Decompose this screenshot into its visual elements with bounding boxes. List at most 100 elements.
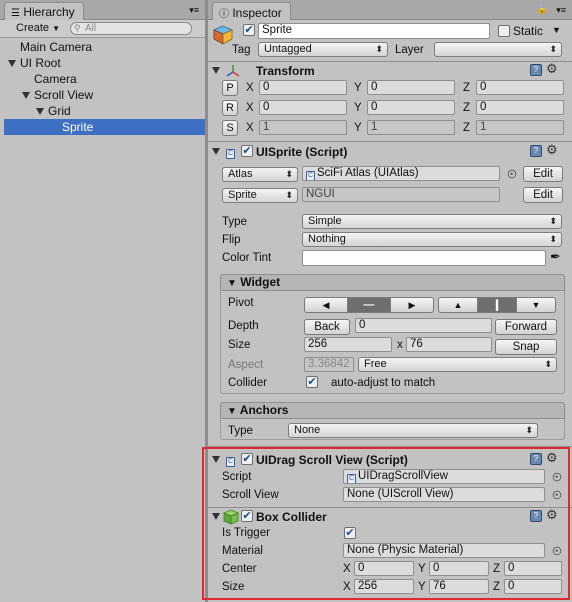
uisprite-foldout-icon[interactable] [212,148,220,155]
position-x-field[interactable]: 0 [259,80,347,95]
arrow-left-icon: ◀ [322,300,330,310]
eyedropper-icon[interactable]: ✒ [550,249,561,265]
lock-icon[interactable]: 🔒 [537,4,548,15]
hierarchy-tabbar: ☰ Hierarchy ▾≡ [0,0,205,20]
atlas-value: SciFi Atlas (UIAtlas) [317,167,419,179]
pivot-bottom-button[interactable]: ▼ [516,297,556,313]
uisprite-enabled-checkbox[interactable]: ✔ [241,145,253,157]
aspect-field: 3.36842 [304,357,354,372]
tree-item-label: Camera [34,72,77,86]
gear-icon[interactable]: ⚙ [546,143,558,156]
atlas-object-field[interactable]: C SciFi Atlas (UIAtlas) [302,166,500,181]
tag-value: Untagged [264,43,312,55]
flip-dropdown[interactable]: Nothing [302,232,562,247]
atlas-button-label: Atlas [228,168,253,180]
pivot-middle-button[interactable]: ❙ [477,297,517,313]
hierarchy-search-input[interactable]: ⚲ All [70,22,192,35]
gear-icon[interactable]: ⚙ [546,62,558,75]
object-picker-icon[interactable] [507,169,517,179]
highlight-box [202,447,570,600]
pivot-center-button[interactable]: — [347,297,391,313]
expand-arrow-icon[interactable] [36,108,44,116]
create-button[interactable]: Create ▼ [10,21,66,36]
sprite-button[interactable]: Sprite [222,188,298,203]
scale-z-field[interactable]: 1 [476,120,564,135]
tree-item-label: UI Root [20,56,61,70]
position-y-field[interactable]: 0 [367,80,455,95]
arrow-up-icon: ▲ [453,300,463,310]
tree-item-grid[interactable]: Grid [36,103,71,119]
anchors-header[interactable]: ▼ Anchors [220,402,565,419]
y-label: Y [354,102,362,114]
atlas-button[interactable]: Atlas [222,167,298,182]
depth-label: Depth [228,320,259,332]
help-book-icon[interactable]: ? [530,145,542,157]
pivot-right-button[interactable]: ▶ [390,297,434,313]
rotation-x-field[interactable]: 0 [259,100,347,115]
type-dropdown[interactable]: Simple [302,214,562,229]
panel-menu-icon[interactable]: ▾≡ [556,5,566,16]
collider-checkbox[interactable]: ✔ [306,376,318,388]
width-field[interactable]: 256 [304,337,392,352]
static-dropdown-icon[interactable]: ▼ [552,25,561,35]
pivot-left-button[interactable]: ◀ [304,297,348,313]
rotation-y-field[interactable]: 0 [367,100,455,115]
atlas-edit-button[interactable]: Edit [523,166,563,182]
object-name-value: Sprite [262,24,293,36]
tab-hierarchy-label: Hierarchy [23,5,75,19]
rotation-z-field[interactable]: 0 [476,100,564,115]
field-value: 0 [371,101,378,113]
widget-title: Widget [240,275,281,289]
position-z-field[interactable]: 0 [476,80,564,95]
flip-value: Nothing [308,233,346,245]
anchors-type-dropdown[interactable]: None [288,423,538,438]
depth-value: 0 [359,319,366,331]
list-icon: ☰ [11,8,20,19]
pivot-top-button[interactable]: ▲ [438,297,478,313]
tree-item-sprite-selected[interactable]: Sprite [4,119,205,135]
tag-dropdown[interactable]: Untagged [258,42,388,57]
depth-back-button[interactable]: Back [304,319,350,335]
type-label: Type [222,216,247,228]
reset-rotation-button[interactable]: R [222,100,238,116]
tree-item-ui-root[interactable]: UI Root [8,55,61,71]
z-label: Z [463,102,471,114]
snap-button[interactable]: Snap [495,339,557,355]
aspect-value: 3.36842 [308,358,350,370]
aspect-mode-dropdown[interactable]: Free [358,357,557,372]
scale-y-field[interactable]: 1 [367,120,455,135]
widget-header[interactable]: ▼ Widget [220,274,565,291]
layer-dropdown[interactable] [434,42,562,57]
inspector-tabbar: ⓘ Inspector 🔒 ▾≡ [208,0,572,20]
static-checkbox[interactable] [498,25,510,37]
scale-x-field[interactable]: 1 [259,120,347,135]
reset-scale-button[interactable]: S [222,120,238,136]
help-book-icon[interactable]: ? [530,64,542,76]
edit-label: Edit [533,168,553,180]
tree-item-main-camera[interactable]: Main Camera [20,39,92,55]
tab-inspector[interactable]: ⓘ Inspector [212,2,291,20]
expand-arrow-icon[interactable] [22,92,30,100]
tab-hierarchy[interactable]: ☰ Hierarchy [4,2,84,20]
depth-forward-button[interactable]: Forward [495,319,557,335]
height-field[interactable]: 76 [406,337,492,352]
sprite-edit-button[interactable]: Edit [523,187,563,203]
uisprite-title: UISprite (Script) [256,145,348,159]
panel-menu-icon[interactable]: ▾≡ [189,5,199,16]
expand-arrow-icon[interactable] [8,60,16,68]
reset-position-button[interactable]: P [222,80,238,96]
object-name-field[interactable]: Sprite [258,23,490,39]
snap-label: Snap [512,341,540,353]
x-label: X [246,82,254,94]
depth-field[interactable]: 0 [355,318,492,333]
color-tint-swatch[interactable] [302,250,546,266]
tree-item-scroll-view[interactable]: Scroll View [22,87,93,103]
tree-item-camera[interactable]: Camera [34,71,77,87]
active-checkbox[interactable]: ✔ [243,24,255,36]
transform-foldout-icon[interactable] [212,67,220,74]
tree-item-label: Sprite [62,120,94,134]
dash-icon: — [363,299,375,311]
sprite-name-field[interactable]: NGUI [302,187,500,202]
field-value: 1 [263,121,270,133]
hierarchy-panel: ☰ Hierarchy ▾≡ Create ▼ ⚲ All Main Camer… [0,0,205,602]
